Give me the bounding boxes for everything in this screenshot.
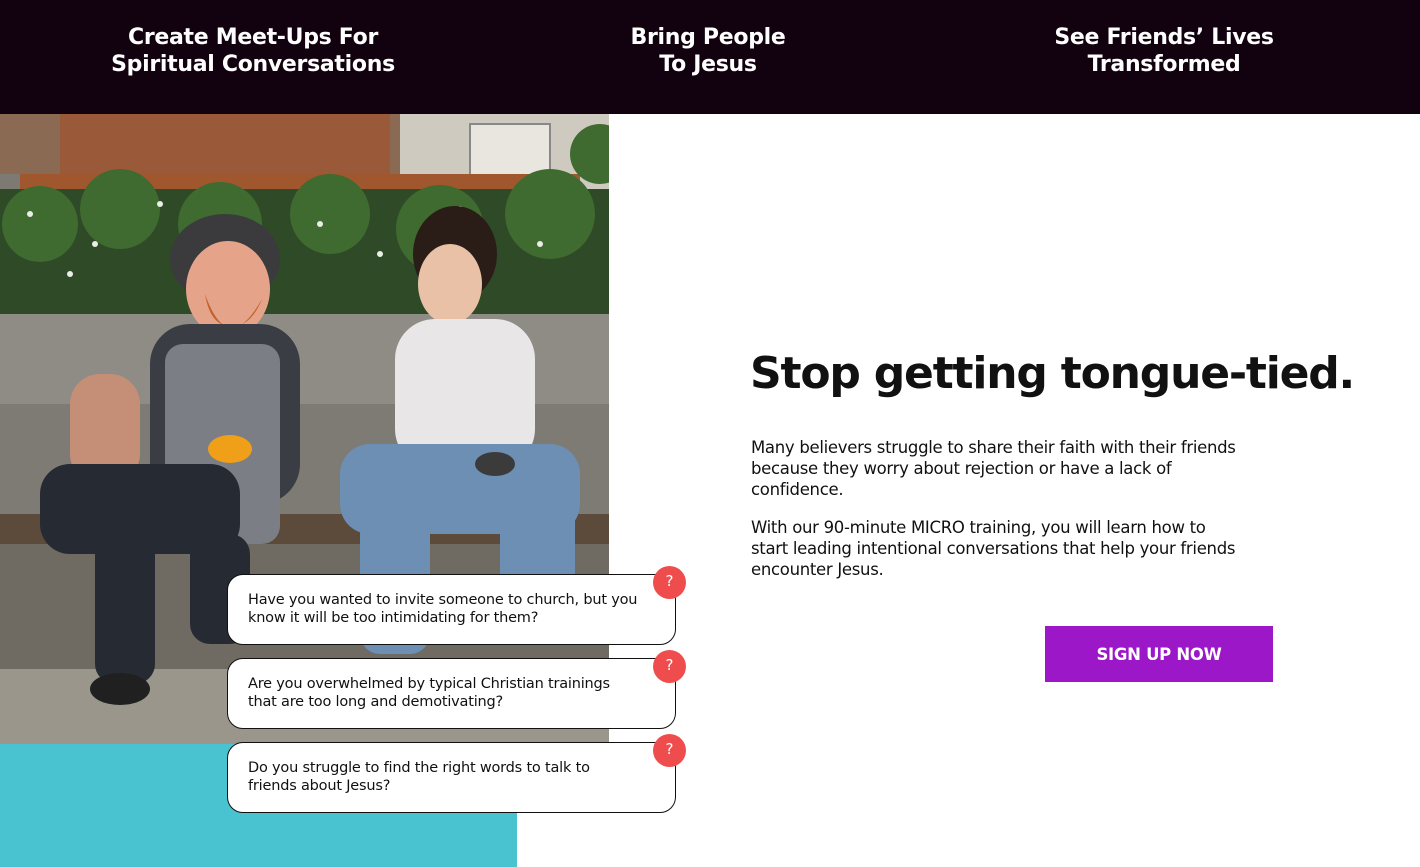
question-card: Do you struggle to find the right words … xyxy=(227,734,686,813)
question-mark-icon: ? xyxy=(653,650,686,683)
benefit-line: See Friends’ Lives xyxy=(1054,25,1274,50)
benefit-line: Spiritual Conversations xyxy=(111,52,395,77)
benefit-line: Bring People xyxy=(630,25,786,50)
benefit-line: Create Meet-Ups For xyxy=(127,25,378,50)
question-text: Are you overwhelmed by typical Christian… xyxy=(248,676,610,710)
benefit-meet-ups: Create Meet-Ups For Spiritual Conversati… xyxy=(43,24,463,78)
sign-up-button[interactable]: SIGN UP NOW xyxy=(1045,626,1273,682)
question-text: Have you wanted to invite someone to chu… xyxy=(248,592,638,626)
benefit-line: Transformed xyxy=(1087,52,1241,77)
question-text: Do you struggle to find the right words … xyxy=(248,760,590,794)
intro-paragraph: Many believers struggle to share their f… xyxy=(751,438,1236,499)
page-title: Stop getting tongue-tied. xyxy=(750,348,1355,399)
question-card: Are you overwhelmed by typical Christian… xyxy=(227,650,686,729)
question-card: Have you wanted to invite someone to chu… xyxy=(227,566,686,645)
hero-photo-illustration xyxy=(0,114,609,744)
question-mark-icon: ? xyxy=(653,566,686,599)
benefit-bring-people: Bring People To Jesus xyxy=(498,24,918,78)
landing-page: Create Meet-Ups For Spiritual Conversati… xyxy=(0,0,1420,867)
benefit-lives-transformed: See Friends’ Lives Transformed xyxy=(954,24,1374,78)
benefits-banner: Create Meet-Ups For Spiritual Conversati… xyxy=(0,0,1420,114)
benefit-line: To Jesus xyxy=(659,52,757,77)
hero-photo xyxy=(0,114,609,744)
question-mark-icon: ? xyxy=(653,734,686,767)
training-paragraph: With our 90-minute MICRO training, you w… xyxy=(751,518,1236,579)
